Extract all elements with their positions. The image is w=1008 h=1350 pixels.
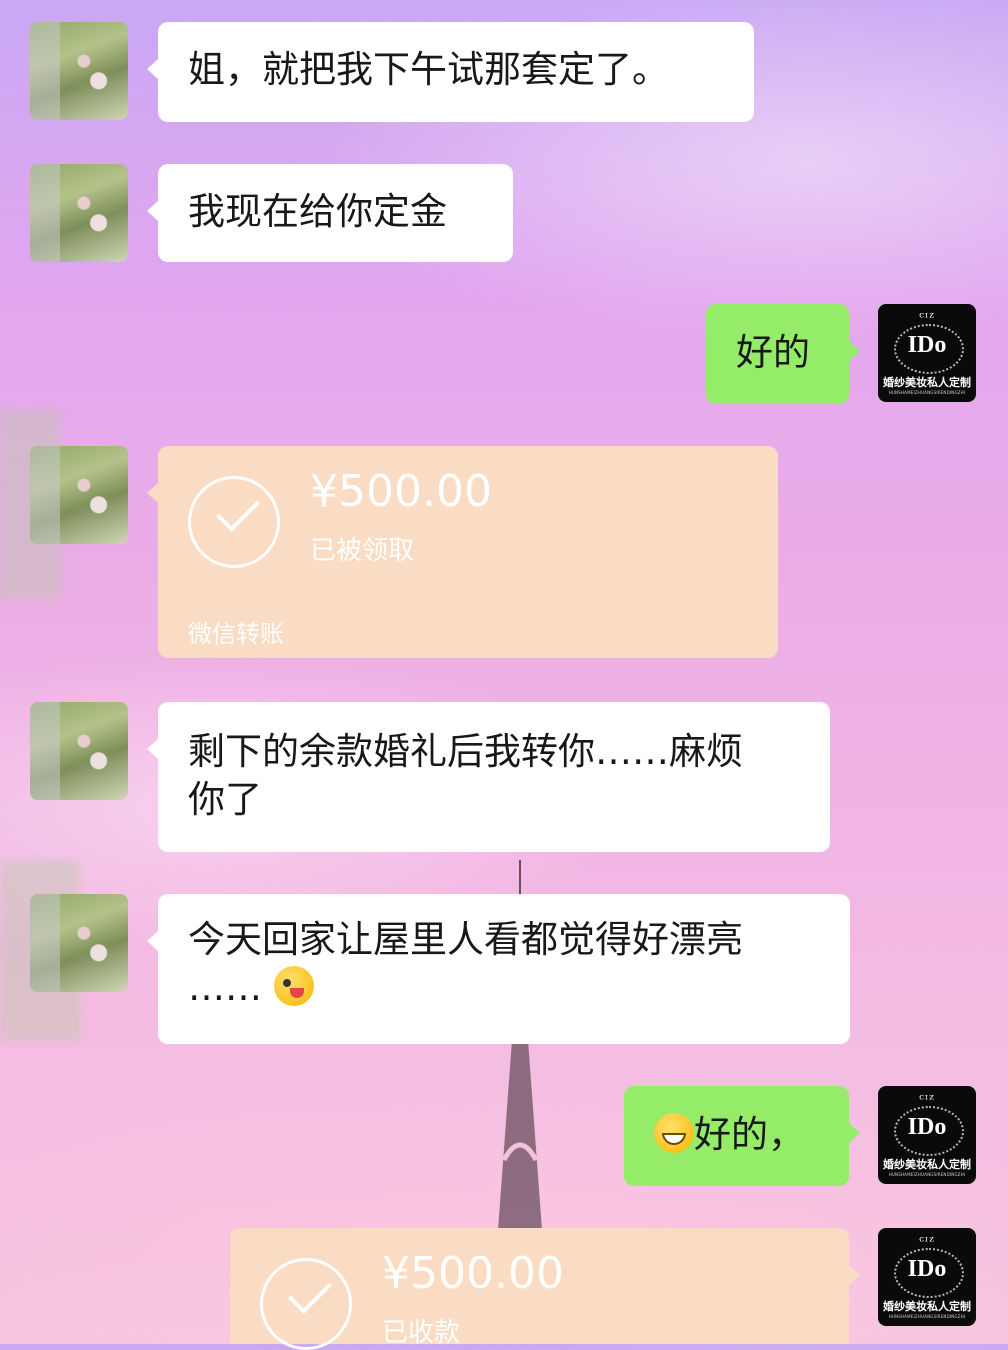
logo-mark: IDo [907,1114,947,1140]
friend-avatar[interactable] [30,446,128,544]
message-text-line: 你了 [188,778,262,821]
self-avatar[interactable]: ᶜᶦᶻ IDo 婚纱美妆私人定制 HUNSHAMEIZHUANGSIRENDIN… [878,1228,976,1326]
message-text-line: 剩下的余款婚礼后我转你……麻烦 [188,730,743,773]
check-circle-icon [188,476,280,568]
wink-tongue-emoji-icon [273,966,314,1006]
transfer-amount: ¥500.00 [382,1248,564,1299]
logo-mark: IDo [907,332,947,358]
message-text: 好的 [736,331,810,374]
logo-tiny-text: HUNSHAMEIZHUANGSIRENDINGZHI [888,1172,966,1177]
logo-subtitle: 婚纱美妆私人定制 [883,376,971,389]
logo-tiny-text: HUNSHAMEIZHUANGSIRENDINGZHI [888,1314,966,1319]
transfer-status: 已被领取 [310,536,415,566]
message-text: 姐，就把我下午试那套定了。 [188,48,669,91]
transfer-card-incoming[interactable]: ¥500.00 已被领取 微信转账 [147,446,778,658]
transfer-amount: ¥500.00 [310,466,492,517]
logo-subtitle: 婚纱美妆私人定制 [883,1158,971,1171]
message-text-line: …… [188,966,262,1009]
transfer-status: 已收款 [382,1318,461,1348]
transfer-card-outgoing[interactable]: ¥500.00 已收款 [230,1228,860,1350]
self-avatar[interactable]: ᶜᶦᶻ IDo 婚纱美妆私人定制 HUNSHAMEIZHUANGSIRENDIN… [878,1086,976,1184]
message-bubble-incoming[interactable]: 剩下的余款婚礼后我转你……麻烦 你了 [147,702,830,852]
ido-logo: ᶜᶦᶻ IDo 婚纱美妆私人定制 HUNSHAMEIZHUANGSIRENDIN… [878,304,976,402]
ido-logo: ᶜᶦᶻ IDo 婚纱美妆私人定制 HUNSHAMEIZHUANGSIRENDIN… [878,1228,976,1326]
message-bubble-outgoing[interactable]: 好的 [706,304,860,404]
message-bubble-incoming[interactable]: 今天回家让屋里人看都觉得好漂亮 …… [147,894,850,1044]
logo-tiny-text: HUNSHAMEIZHUANGSIRENDINGZHI [888,390,966,395]
message-text: 我现在给你定金 [188,190,447,233]
logo-subtitle: 婚纱美妆私人定制 [883,1300,971,1313]
message-text-line: 今天回家让屋里人看都觉得好漂亮 [188,918,743,961]
friend-avatar[interactable] [30,894,128,992]
message-bubble-outgoing[interactable]: 好的， [624,1086,860,1186]
self-avatar[interactable]: ᶜᶦᶻ IDo 婚纱美妆私人定制 HUNSHAMEIZHUANGSIRENDIN… [878,304,976,402]
grin-emoji-icon [654,1113,694,1153]
friend-avatar[interactable] [30,164,128,262]
transfer-source: 微信转账 [188,620,284,648]
message-bubble-incoming[interactable]: 我现在给你定金 [147,164,513,262]
check-circle-icon [260,1258,352,1350]
message-text: 好的， [694,1113,805,1156]
ido-logo: ᶜᶦᶻ IDo 婚纱美妆私人定制 HUNSHAMEIZHUANGSIRENDIN… [878,1086,976,1184]
friend-avatar[interactable] [30,22,128,120]
message-bubble-incoming[interactable]: 姐，就把我下午试那套定了。 [147,22,754,122]
friend-avatar[interactable] [30,702,128,800]
logo-mark: IDo [907,1256,947,1282]
